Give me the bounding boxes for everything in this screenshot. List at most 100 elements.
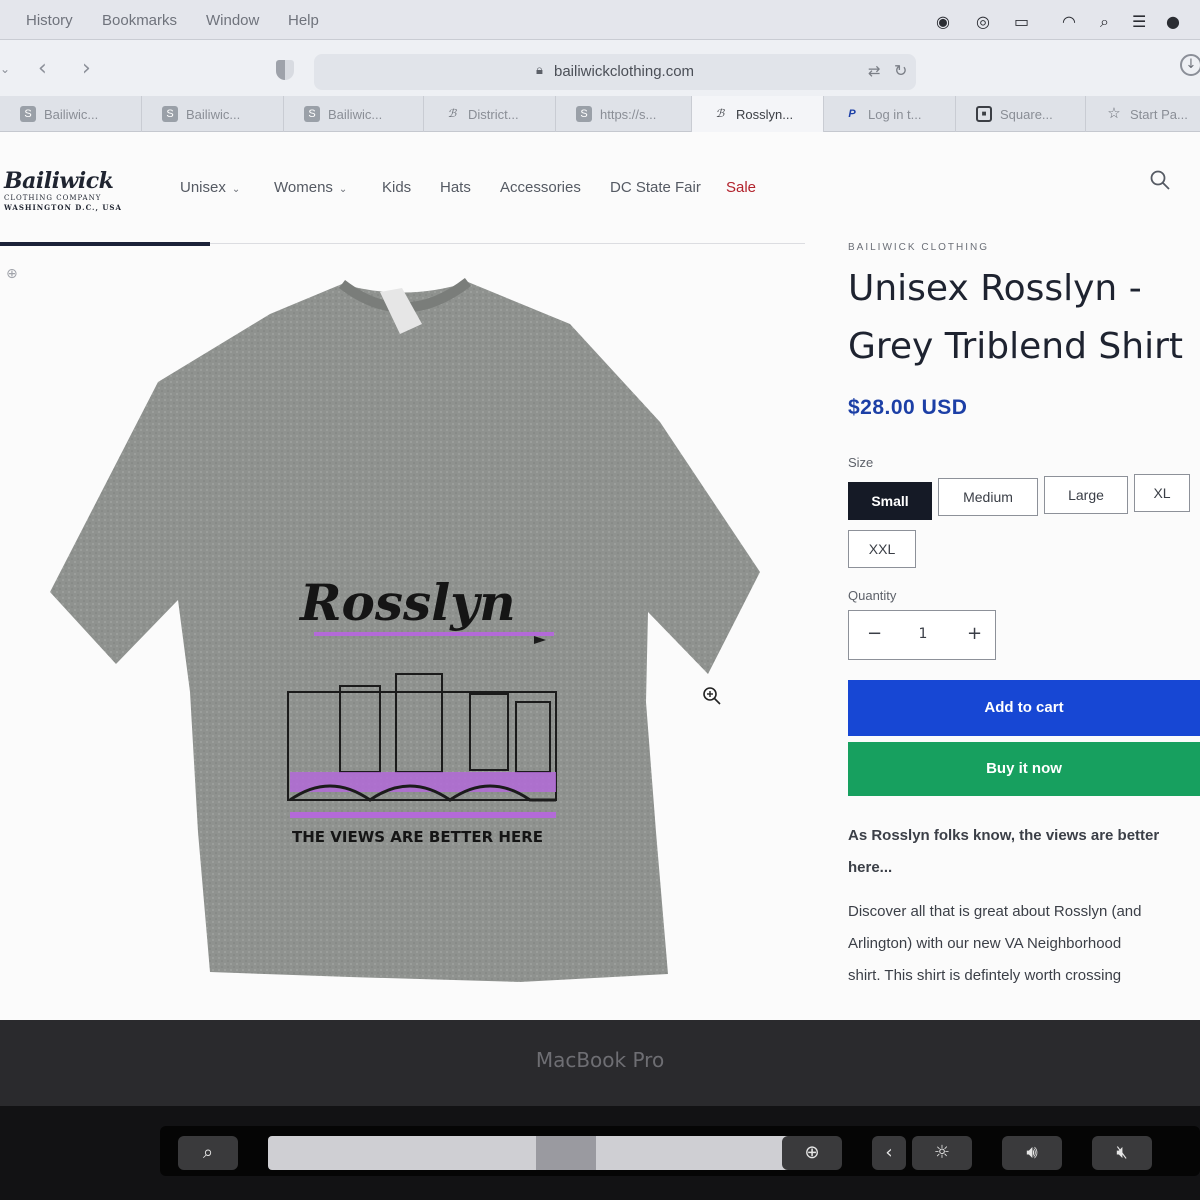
add-to-cart-button[interactable]: Add to cart — [848, 680, 1200, 736]
menu-window[interactable]: Window — [206, 12, 259, 29]
sidebar-chevron-icon[interactable]: ⌄ — [0, 62, 10, 76]
star-icon: ☆ — [1107, 105, 1121, 122]
tab-bailiwick-2[interactable]: S Bailiwic... — [142, 96, 284, 132]
touchbar-mute-icon[interactable]: 🔇︎ — [1092, 1136, 1152, 1170]
s-icon: S — [576, 106, 592, 122]
nav-womens[interactable]: Womens ⌄ — [274, 179, 347, 196]
nav-womens-label: Womens — [274, 179, 333, 196]
menu-history[interactable]: History — [26, 12, 73, 29]
shirt-print-script: Rosslyn — [298, 573, 516, 632]
logo-wordmark: Bailiwick — [4, 168, 114, 194]
nav-dc-state-fair[interactable]: DC State Fair — [610, 179, 701, 196]
product-image[interactable]: Rosslyn THE VIEWS ARE BETTER HERE — [50, 272, 770, 1002]
tab-square[interactable]: ■ Square... — [956, 96, 1086, 132]
description-lead-line-2: here... — [848, 859, 893, 876]
search-icon[interactable] — [1150, 170, 1170, 190]
logo-tagline-1: CLOTHING COMPANY — [4, 194, 102, 202]
gallery-divider — [210, 243, 805, 244]
product-title: Unisex Rosslyn - Grey Triblend Shirt — [848, 260, 1200, 376]
touchbar-tab-thumbnails[interactable] — [268, 1136, 808, 1170]
touchbar-volume-icon[interactable]: 🔊︎ — [1002, 1136, 1062, 1170]
b-logo-icon: ℬ — [715, 108, 725, 120]
b-logo-icon: ℬ — [447, 108, 457, 120]
size-option-small[interactable]: Small — [848, 482, 932, 520]
tab-bar: S Bailiwic... S Bailiwic... S Bailiwic..… — [0, 96, 1200, 132]
shop-icon: S — [162, 106, 178, 122]
product-price: $28.00 USD — [848, 396, 968, 419]
product-vendor: BAILIWICK CLOTHING — [848, 242, 990, 253]
menu-bookmarks[interactable]: Bookmarks — [102, 12, 177, 29]
touchbar-collapse-icon[interactable]: ‹ — [872, 1136, 906, 1170]
size-option-large[interactable]: Large — [1044, 476, 1128, 514]
description-lead: As Rosslyn folks know, the views are bet… — [848, 820, 1198, 884]
nav-sale[interactable]: Sale — [726, 179, 756, 196]
quantity-label: Quantity — [848, 588, 897, 603]
square-icon: ■ — [976, 106, 992, 122]
tab-https[interactable]: S https://s... — [556, 96, 692, 132]
chevron-down-icon: ⌄ — [231, 184, 241, 195]
nav-unisex-label: Unisex — [180, 179, 226, 196]
downloads-icon[interactable]: ↓ — [1180, 54, 1200, 76]
tab-bailiwick-3[interactable]: S Bailiwic... — [284, 96, 424, 132]
control-center-icon[interactable]: ☰ — [1132, 12, 1146, 31]
browser-toolbar: ⌄ ‹ › 🔒︎ bailiwickclothing.com ⇄ ↻ ↓ — [0, 40, 1200, 96]
menu-help[interactable]: Help — [288, 12, 319, 29]
product-title-line-1: Unisex Rosslyn - — [848, 268, 1142, 309]
quantity-decrease-button[interactable]: − — [867, 623, 882, 644]
size-option-xxl[interactable]: XXL — [848, 530, 916, 568]
tab-paypal[interactable]: P Log in t... — [824, 96, 956, 132]
touchbar-thumbnail-active — [536, 1136, 596, 1170]
description-body: Discover all that is great about Rosslyn… — [848, 896, 1198, 992]
wifi-icon[interactable]: ◠ — [1062, 12, 1076, 31]
size-option-medium[interactable]: Medium — [938, 478, 1038, 516]
size-option-xl[interactable]: XL — [1134, 474, 1190, 512]
shop-icon: S — [304, 106, 320, 122]
tab-bailiwick-1[interactable]: S Bailiwic... — [0, 96, 142, 132]
nav-unisex[interactable]: Unisex ⌄ — [180, 179, 240, 196]
address-bar[interactable]: 🔒︎ bailiwickclothing.com ⇄ ↻ — [314, 54, 916, 90]
camera-status-icon[interactable]: ◉ — [936, 12, 950, 31]
battery-icon[interactable]: ▭ — [1014, 12, 1029, 31]
gallery-progress-bar — [0, 242, 210, 246]
keyboard-area: ⌕ ⊕ ‹ ☼ 🔊︎ 🔇︎ — [0, 1106, 1200, 1200]
quantity-stepper: 1 − + — [848, 610, 996, 660]
touchbar-new-tab-icon[interactable]: ⊕ — [782, 1136, 842, 1170]
touchbar-brightness-icon[interactable]: ☼ — [912, 1136, 972, 1170]
buy-it-now-button[interactable]: Buy it now — [848, 742, 1200, 796]
nav-hats[interactable]: Hats — [440, 179, 471, 196]
tab-start-page[interactable]: ☆ Start Pa... — [1086, 96, 1200, 132]
nav-kids[interactable]: Kids — [382, 179, 411, 196]
description-line-3: shirt. This shirt is defintely worth cro… — [848, 967, 1122, 984]
touchbar-search-icon[interactable]: ⌕ — [178, 1136, 238, 1170]
description-line-1: Discover all that is great about Rosslyn… — [848, 903, 1142, 920]
description-line-2: Arlington) with our new VA Neighborhood — [848, 935, 1122, 952]
translate-icon[interactable]: ⇄ — [868, 62, 881, 80]
paypal-icon: P — [848, 108, 856, 120]
url-text[interactable]: bailiwickclothing.com — [554, 63, 694, 80]
quantity-increase-button[interactable]: + — [967, 623, 982, 644]
web-page: Bailiwick CLOTHING COMPANY WASHINGTON D.… — [0, 132, 1200, 1020]
shop-icon: S — [20, 106, 36, 122]
site-logo[interactable]: Bailiwick CLOTHING COMPANY WASHINGTON D.… — [4, 168, 130, 212]
siri-icon[interactable]: ● — [1166, 12, 1180, 31]
reload-icon[interactable]: ↻ — [894, 61, 907, 80]
laptop-bezel: MacBook Pro — [0, 1020, 1200, 1106]
nav-accessories[interactable]: Accessories — [500, 179, 581, 196]
zoom-in-icon[interactable] — [702, 686, 722, 706]
spotlight-search-icon[interactable]: ⌕ — [1100, 12, 1109, 32]
description-lead-line-1: As Rosslyn folks know, the views are bet… — [848, 827, 1160, 844]
zoom-icon[interactable]: ⊕ — [6, 266, 18, 282]
creative-cloud-icon[interactable]: ◎ — [976, 12, 990, 31]
forward-button[interactable]: › — [82, 56, 91, 81]
touch-bar: ⌕ ⊕ ‹ ☼ 🔊︎ 🔇︎ — [160, 1126, 1200, 1176]
lock-icon: 🔒︎ — [536, 63, 543, 78]
privacy-shield-icon[interactable] — [276, 60, 294, 80]
tab-district[interactable]: ℬ District... — [424, 96, 556, 132]
back-button[interactable]: ‹ — [38, 56, 47, 81]
chevron-down-icon: ⌄ — [338, 184, 348, 195]
tab-rosslyn-active[interactable]: ℬ Rosslyn... — [692, 96, 824, 132]
shirt-print-tagline: THE VIEWS ARE BETTER HERE — [292, 828, 543, 846]
size-label: Size — [848, 455, 874, 470]
product-title-line-2: Grey Triblend Shirt — [848, 326, 1184, 367]
macos-menu-bar: History Bookmarks Window Help ◉ ◎ ▭ ◠ ⌕ … — [0, 0, 1200, 40]
